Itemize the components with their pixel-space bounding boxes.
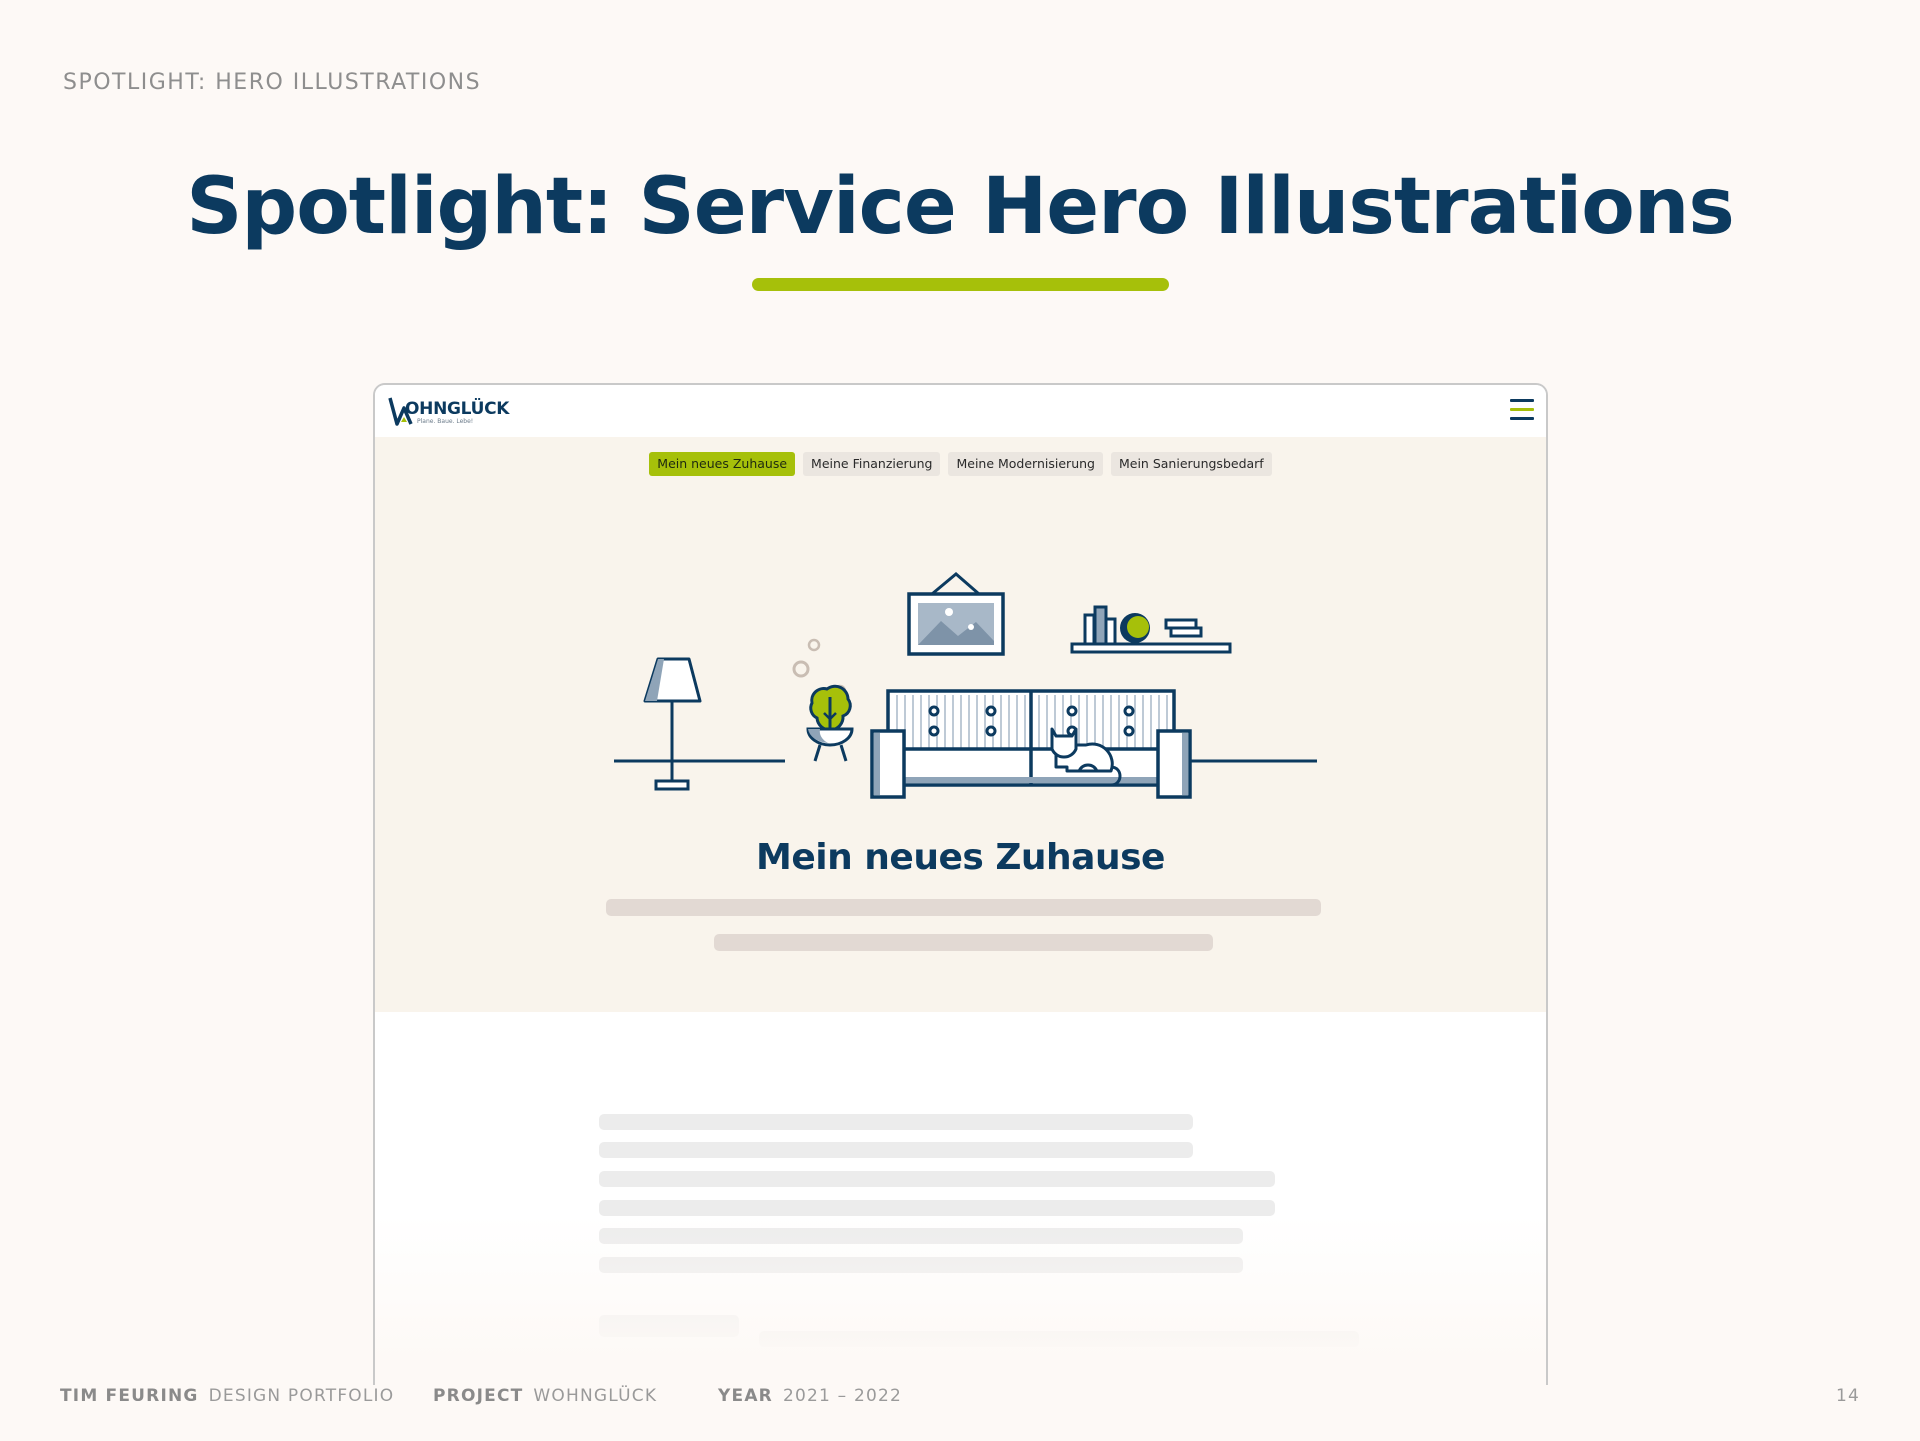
content-line (599, 1171, 1275, 1187)
title-underline (752, 278, 1169, 291)
hero-text-placeholder-1 (606, 899, 1321, 916)
hero-illustration (614, 572, 1317, 799)
footer-project-value: WOHNGLÜCK (533, 1386, 658, 1406)
footer-author-label: TIM FEURING (60, 1386, 199, 1406)
browser-mockup: OHNGLÜCK Plane. Baue. Lebe! Mein neues Z… (373, 383, 1548, 1385)
content-line (599, 1142, 1193, 1158)
plant-icon (806, 684, 854, 762)
hero-text-placeholder-2 (714, 934, 1213, 951)
sofa-icon (870, 689, 1192, 799)
page-number: 14 (1835, 1386, 1860, 1406)
hamburger-menu-icon[interactable] (1510, 399, 1534, 421)
hero-heading: Mein neues Zuhause (756, 837, 1165, 878)
footer-project-label: PROJECT (433, 1386, 524, 1406)
footer-year-label: YEAR (718, 1386, 773, 1406)
bookshelf-icon (1070, 605, 1232, 654)
floor-lamp-icon (643, 657, 702, 791)
slide-footer: TIM FEURING DESIGN PORTFOLIO PROJECT WOHNG… (0, 1386, 1920, 1408)
footer-author-value: DESIGN PORTFOLIO (208, 1386, 395, 1406)
content-line (599, 1200, 1275, 1216)
site-header: OHNGLÜCK Plane. Baue. Lebe! (375, 385, 1546, 437)
page-title: Spotlight: Service Hero Illustrations (186, 162, 1735, 252)
hero-section: Mein neues Zuhause Meine Finanzierung Me… (375, 437, 1546, 1012)
logo-wordmark: OHNGLÜCK (405, 399, 510, 419)
footer-year-value: 2021 – 2022 (782, 1386, 903, 1406)
framed-picture-icon (907, 572, 1005, 656)
slide-eyebrow: SPOTLIGHT: HERO ILLUSTRATIONS (63, 70, 482, 95)
logo-tagline: Plane. Baue. Lebe! (417, 418, 474, 425)
content-line (599, 1114, 1193, 1130)
mockup-fade (375, 1215, 1546, 1385)
